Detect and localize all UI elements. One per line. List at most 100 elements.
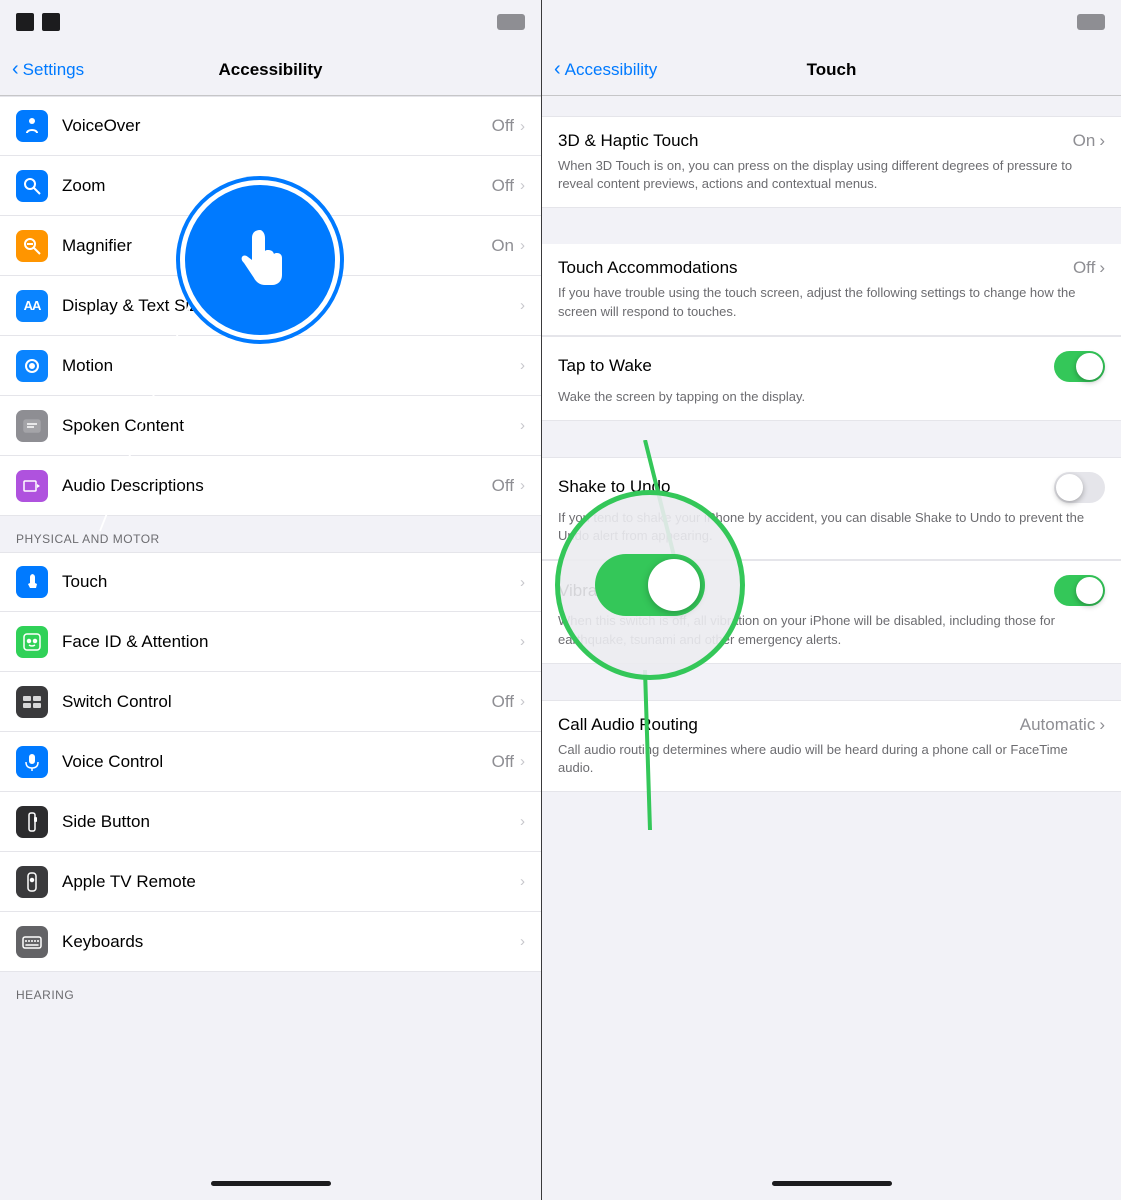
home-bar-left xyxy=(211,1181,331,1186)
voiceover-value: Off xyxy=(492,116,514,136)
shake-to-undo-knob xyxy=(1056,474,1083,501)
list-item-apple-tv-remote[interactable]: Apple TV Remote › xyxy=(0,852,541,912)
switch-control-chevron: › xyxy=(520,693,525,710)
right-list: 3D & Haptic Touch On › When 3D Touch is … xyxy=(542,96,1121,1166)
3d-haptic-value: On xyxy=(1073,131,1096,151)
face-id-label: Face ID & Attention xyxy=(62,632,520,652)
motion-label: Motion xyxy=(62,356,520,376)
touch-accommodations-desc: If you have trouble using the touch scre… xyxy=(558,284,1105,320)
spoken-content-icon xyxy=(16,410,48,442)
audio-desc-chevron: › xyxy=(520,477,525,494)
list-item-motion[interactable]: Motion › xyxy=(0,336,541,396)
magnifier-chevron: › xyxy=(520,237,525,254)
back-button-right[interactable]: ‹ Accessibility xyxy=(554,58,657,81)
section-physical-motor: PHYSICAL AND MOTOR xyxy=(0,516,541,552)
right-item-call-audio[interactable]: Call Audio Routing Automatic › Call audi… xyxy=(542,700,1121,792)
right-item-touch-accommodations[interactable]: Touch Accommodations Off › If you have t… xyxy=(542,244,1121,335)
section-hearing: HEARING xyxy=(0,972,541,1008)
shake-to-undo-toggle[interactable] xyxy=(1054,472,1105,503)
status-icon-2 xyxy=(42,13,60,31)
back-label-left[interactable]: Settings xyxy=(23,60,84,80)
status-bar-right xyxy=(542,0,1121,44)
keyboards-label: Keyboards xyxy=(62,932,520,952)
voice-control-chevron: › xyxy=(520,753,525,770)
vibration-desc: When this switch is off, all vibration o… xyxy=(558,612,1105,648)
touch-icon xyxy=(16,566,48,598)
list-item-keyboards[interactable]: Keyboards › xyxy=(0,912,541,972)
3d-haptic-title: 3D & Haptic Touch xyxy=(558,131,698,151)
list-item-touch[interactable]: Touch › xyxy=(0,552,541,612)
voice-control-value: Off xyxy=(492,752,514,772)
call-audio-chevron: › xyxy=(1099,715,1105,735)
call-audio-title: Call Audio Routing xyxy=(558,715,698,735)
touch-chevron: › xyxy=(520,574,525,591)
audio-desc-value: Off xyxy=(492,476,514,496)
apple-tv-remote-icon xyxy=(16,866,48,898)
list-item-side-button[interactable]: Side Button › xyxy=(0,792,541,852)
shake-to-undo-title: Shake to Undo xyxy=(558,477,670,497)
display-text-chevron: › xyxy=(520,297,525,314)
magnifier-icon xyxy=(16,230,48,262)
separator-2 xyxy=(542,421,1121,457)
touch-accommodations-chevron: › xyxy=(1099,258,1105,278)
tap-to-wake-toggle[interactable] xyxy=(1054,351,1105,382)
physical-group: Touch › Face ID & Attention › Switch Con… xyxy=(0,552,541,972)
vibration-knob xyxy=(1076,577,1103,604)
zoom-icon xyxy=(16,170,48,202)
3d-haptic-chevron: › xyxy=(1099,131,1105,151)
switch-control-icon xyxy=(16,686,48,718)
touch-icon-annotation xyxy=(180,180,340,340)
status-icon-1 xyxy=(16,13,34,31)
call-audio-value: Automatic xyxy=(1020,715,1096,735)
voiceover-chevron: › xyxy=(520,118,525,135)
page-title-right: Touch xyxy=(807,60,857,80)
right-item-tap-to-wake[interactable]: Tap to Wake Wake the screen by tapping o… xyxy=(542,336,1121,421)
side-button-label: Side Button xyxy=(62,812,520,832)
list-item-face-id[interactable]: Face ID & Attention › xyxy=(0,612,541,672)
nav-bar-left: ‹ Settings Accessibility xyxy=(0,44,541,96)
motion-icon xyxy=(16,350,48,382)
back-label-right[interactable]: Accessibility xyxy=(565,60,658,80)
keyboards-chevron: › xyxy=(520,933,525,950)
right-item-3d-haptic[interactable]: 3D & Haptic Touch On › When 3D Touch is … xyxy=(542,116,1121,208)
list-item-voice-control[interactable]: Voice Control Off › xyxy=(0,732,541,792)
audio-desc-icon xyxy=(16,470,48,502)
chevron-left-icon: ‹ xyxy=(12,58,19,81)
3d-haptic-value-group: On › xyxy=(1073,131,1105,151)
battery-right xyxy=(1077,14,1105,30)
list-item-voiceover[interactable]: VoiceOver Off › xyxy=(0,96,541,156)
vibration-toggle[interactable] xyxy=(1054,575,1105,606)
home-bar-right xyxy=(772,1181,892,1186)
tap-to-wake-desc: Wake the screen by tapping on the displa… xyxy=(558,388,1105,406)
keyboards-icon xyxy=(16,926,48,958)
3d-haptic-desc: When 3D Touch is on, you can press on th… xyxy=(558,157,1105,193)
switch-control-label: Switch Control xyxy=(62,692,492,712)
face-id-chevron: › xyxy=(520,633,525,650)
list-item-switch-control[interactable]: Switch Control Off › xyxy=(0,672,541,732)
back-button-left[interactable]: ‹ Settings xyxy=(12,58,84,81)
list-item-audio-desc[interactable]: Audio Descriptions Off › xyxy=(0,456,541,516)
right-item-vibration[interactable]: Vibration When this switch is off, all v… xyxy=(542,560,1121,663)
separator-3 xyxy=(542,664,1121,700)
shake-to-undo-desc: If you tend to shake your iPhone by acci… xyxy=(558,509,1105,545)
list-item-spoken-content[interactable]: Spoken Content › xyxy=(0,396,541,456)
page-title-left: Accessibility xyxy=(219,60,323,80)
voiceover-label: VoiceOver xyxy=(62,116,492,136)
spoken-content-label: Spoken Content xyxy=(62,416,520,436)
switch-control-value: Off xyxy=(492,692,514,712)
touch-accommodations-title: Touch Accommodations xyxy=(558,258,738,278)
status-bar-left xyxy=(0,0,541,44)
right-panel: ‹ Accessibility Touch 3D & Haptic Touch … xyxy=(541,0,1121,1200)
display-text-icon: AA xyxy=(16,290,48,322)
face-id-icon xyxy=(16,626,48,658)
home-indicator-right xyxy=(542,1166,1121,1200)
zoom-chevron: › xyxy=(520,177,525,194)
audio-desc-label: Audio Descriptions xyxy=(62,476,492,496)
right-item-shake-to-undo[interactable]: Shake to Undo If you tend to shake your … xyxy=(542,457,1121,560)
side-button-chevron: › xyxy=(520,813,525,830)
call-audio-value-group: Automatic › xyxy=(1020,715,1105,735)
apple-tv-remote-chevron: › xyxy=(520,873,525,890)
side-button-icon xyxy=(16,806,48,838)
voice-control-label: Voice Control xyxy=(62,752,492,772)
touch-accommodations-value-group: Off › xyxy=(1073,258,1105,278)
